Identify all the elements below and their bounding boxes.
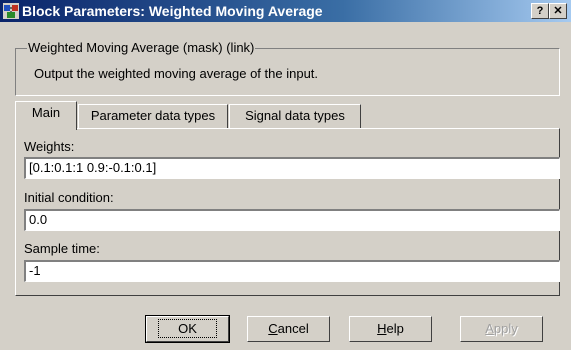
cancel-mnemonic: C <box>268 321 278 336</box>
tab-parameter-data-types[interactable]: Parameter data types <box>78 104 228 129</box>
weights-field[interactable]: [0.1:0.1:1 0.9:-0.1:0.1] <box>24 157 560 179</box>
block-description: Output the weighted moving average of th… <box>34 66 319 81</box>
tab-main[interactable]: Main <box>15 101 77 130</box>
simulink-block-icon <box>3 3 19 19</box>
initial-condition-label: Initial condition: <box>24 190 114 205</box>
weights-label: Weights: <box>24 139 75 154</box>
help-mnemonic: H <box>377 321 387 336</box>
sample-time-field[interactable]: -1 <box>24 260 560 282</box>
title-bar[interactable]: Block Parameters: Weighted Moving Averag… <box>0 0 571 22</box>
close-icon[interactable]: ✕ <box>549 3 567 19</box>
apply-button[interactable]: Apply <box>460 316 543 342</box>
sample-time-label: Sample time: <box>24 241 100 256</box>
initial-condition-field[interactable]: 0.0 <box>24 209 560 231</box>
help-icon[interactable]: ? <box>531 3 549 19</box>
tab-signal-data-types[interactable]: Signal data types <box>229 104 361 129</box>
window-title: Block Parameters: Weighted Moving Averag… <box>22 3 323 19</box>
ok-button[interactable]: OK <box>145 315 230 343</box>
group-label: Weighted Moving Average (mask) (link) <box>27 40 256 55</box>
ok-button-label: OK <box>158 319 217 338</box>
apply-button-label: pply <box>493 321 518 336</box>
help-button-label: elp <box>386 321 404 336</box>
apply-mnemonic: A <box>485 321 494 336</box>
cancel-button[interactable]: Cancel <box>247 316 330 342</box>
help-button[interactable]: Help <box>349 316 432 342</box>
cancel-button-label: ancel <box>277 321 309 336</box>
dialog-window: Block Parameters: Weighted Moving Averag… <box>0 0 571 350</box>
